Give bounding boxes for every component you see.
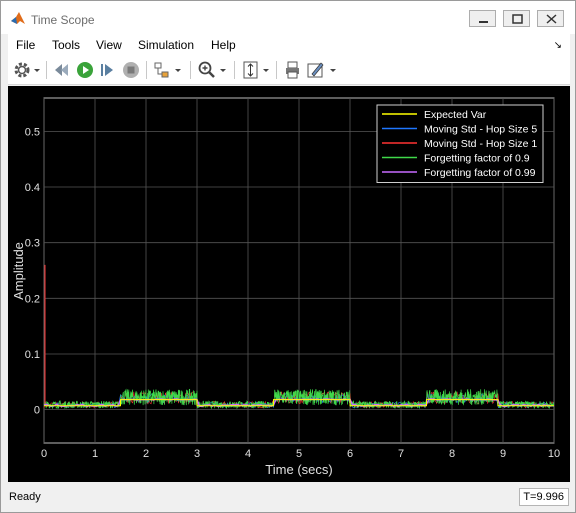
run-icon[interactable]: [75, 60, 95, 80]
menu-tools[interactable]: Tools: [52, 38, 80, 52]
window-title: Time Scope: [31, 13, 95, 27]
x-tick-label: 0: [41, 448, 47, 460]
maximize-icon: [512, 14, 523, 24]
time-scope-window: Time Scope File Tools View Simulation He…: [0, 0, 576, 513]
toolbar-separator: [234, 61, 235, 79]
maximize-button[interactable]: [503, 10, 530, 27]
x-tick-label: 4: [245, 448, 251, 460]
x-tick-label: 6: [347, 448, 353, 460]
simulation-time-display: T=9.996: [519, 488, 569, 506]
dropdown-arrow-icon[interactable]: [174, 60, 182, 80]
x-tick-label: 5: [296, 448, 302, 460]
menu-help[interactable]: Help: [211, 38, 236, 52]
y-axis-label: Amplitude: [11, 242, 26, 300]
x-tick-label: 7: [398, 448, 404, 460]
toolbar-separator: [46, 61, 47, 79]
toolbar: [8, 56, 570, 85]
close-button[interactable]: [537, 10, 564, 27]
style-icon[interactable]: [306, 60, 326, 80]
highlight-blocks-icon[interactable]: [152, 60, 172, 80]
x-tick-label: 8: [449, 448, 455, 460]
y-tick-label: 0.2: [25, 293, 40, 305]
x-tick-label: 10: [548, 448, 560, 460]
stop-icon[interactable]: [121, 60, 141, 80]
minimize-button[interactable]: [469, 10, 496, 27]
print-icon[interactable]: [283, 60, 303, 80]
close-icon: [546, 14, 557, 24]
time-scope-plot[interactable]: 0 1 2 3 4 5 6 7 8 9 10 0 0.1 0.2 0.3 0.4 0.5 Time (secs)…: [8, 86, 570, 482]
status-text: Ready: [9, 491, 41, 503]
title-bar[interactable]: Time Scope: [1, 1, 575, 34]
step-back-icon[interactable]: [52, 60, 72, 80]
x-axis-label: Time (secs): [265, 462, 332, 477]
dropdown-arrow-icon[interactable]: [33, 60, 41, 80]
menu-simulation[interactable]: Simulation: [138, 38, 194, 52]
status-bar: Ready T=9.996: [1, 484, 575, 512]
scope-display[interactable]: 0 1 2 3 4 5 6 7 8 9 10 0 0.1 0.2 0.3 0.4 0.5 Time (secs)…: [8, 86, 570, 482]
toolbar-separator: [276, 61, 277, 79]
gear-icon[interactable]: [12, 60, 32, 80]
y-tick-label: 0: [34, 405, 40, 417]
dock-arrow-icon[interactable]: ↘: [554, 40, 562, 51]
x-tick-label: 2: [143, 448, 149, 460]
zoom-in-icon[interactable]: [197, 60, 217, 80]
y-tick-label: 0.4: [25, 182, 40, 194]
y-tick-label: 0.5: [25, 126, 40, 138]
dropdown-arrow-icon[interactable]: [262, 60, 270, 80]
y-tick-label: 0.1: [25, 349, 40, 361]
menu-bar: File Tools View Simulation Help ↘: [8, 34, 570, 56]
x-tick-label: 1: [92, 448, 98, 460]
menu-file[interactable]: File: [16, 38, 35, 52]
x-tick-label: 9: [500, 448, 506, 460]
scale-axes-icon[interactable]: [241, 60, 261, 80]
legend-label: Moving Std - Hop Size 5: [424, 124, 537, 136]
legend-label: Expected Var: [424, 109, 487, 121]
legend-label: Forgetting factor of 0.9: [424, 153, 530, 165]
matlab-logo-icon: [11, 12, 25, 24]
toolbar-separator: [146, 61, 147, 79]
legend[interactable]: Expected Var Moving Std - Hop Size 5 Movin…: [376, 104, 544, 183]
minimize-icon: [479, 21, 488, 23]
legend-label: Moving Std - Hop Size 1: [424, 138, 537, 150]
x-tick-label: 3: [194, 448, 200, 460]
dropdown-arrow-icon[interactable]: [329, 60, 337, 80]
dropdown-arrow-icon[interactable]: [219, 60, 227, 80]
menu-view[interactable]: View: [96, 38, 122, 52]
toolbar-separator: [190, 61, 191, 79]
y-tick-label: 0.3: [25, 238, 40, 250]
step-forward-icon[interactable]: [98, 60, 118, 80]
legend-label: Forgetting factor of 0.99: [424, 167, 536, 179]
